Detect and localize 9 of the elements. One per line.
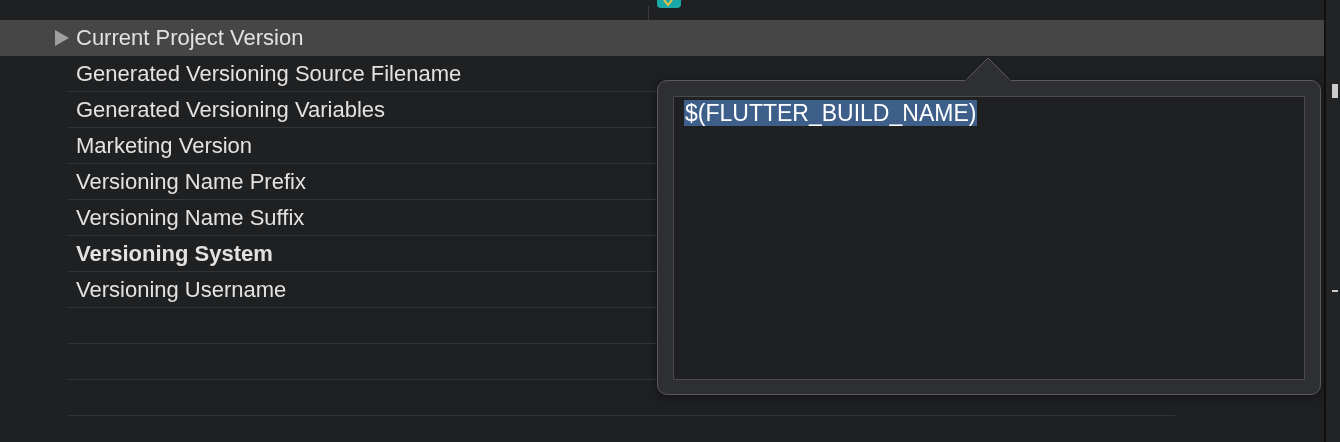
setting-name: Generated Versioning Source Filename <box>76 61 462 87</box>
setting-name: Versioning System <box>76 241 273 267</box>
setting-name: Versioning Name Prefix <box>76 169 306 195</box>
setting-name: Versioning Name Suffix <box>76 205 305 231</box>
value-text: $(FLUTTER_BUILD_NAME) <box>684 100 978 126</box>
setting-name: Marketing Version <box>76 133 253 159</box>
setting-name: Current Project Version <box>76 25 304 51</box>
setting-name: Versioning Username <box>76 277 287 303</box>
setting-name: Generated Versioning Variables <box>76 97 385 123</box>
